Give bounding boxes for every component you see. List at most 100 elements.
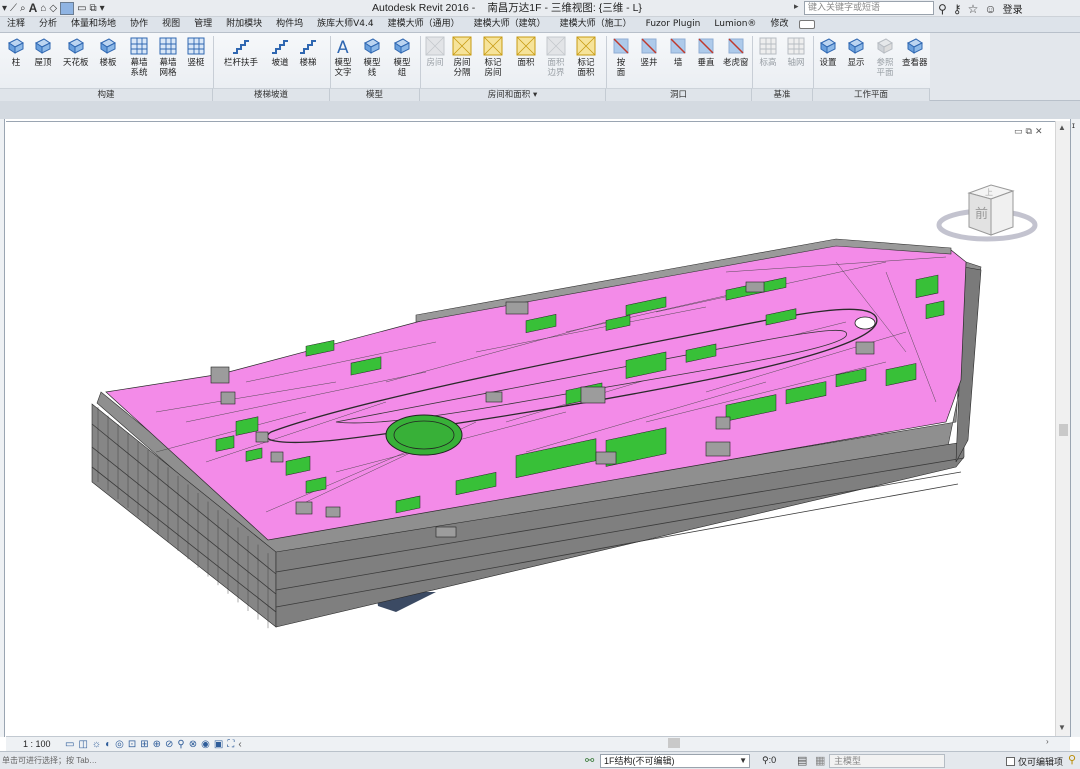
building-model[interactable] xyxy=(6,122,1055,737)
ribbon-group-label[interactable]: 模型 xyxy=(330,88,420,101)
tag-area-button[interactable]: 标记 面积 xyxy=(576,36,596,90)
tag-room-button[interactable]: 标记 房间 xyxy=(483,36,503,90)
worksharing-icon[interactable]: ⊗ xyxy=(189,739,197,750)
3d-view-canvas[interactable] xyxy=(6,121,1055,736)
switch-windows-icon[interactable]: ⧉ xyxy=(90,0,97,17)
shadows-icon[interactable]: ◐ xyxy=(105,739,111,750)
filter-icon[interactable]: ⚲ xyxy=(1068,753,1076,766)
user-icon[interactable]: ☺ xyxy=(984,2,996,16)
tab-6[interactable]: 附加模块 xyxy=(219,17,269,32)
ceiling-button[interactable]: 天花板 xyxy=(63,36,89,90)
column-button[interactable]: 柱 xyxy=(6,36,26,90)
curtain-grid-button[interactable]: 幕墙 网格 xyxy=(158,36,178,90)
tab-4[interactable]: 视图 xyxy=(155,17,187,32)
sun-path-icon[interactable]: ☼ xyxy=(92,739,101,750)
grid-button[interactable]: 轴网 xyxy=(786,36,806,90)
close-hidden-icon[interactable]: ▭ xyxy=(77,0,86,17)
ramp-button[interactable]: 坡道 xyxy=(270,36,290,90)
view-scale[interactable]: 1 : 100 xyxy=(23,739,65,749)
level-button[interactable]: 标高 xyxy=(758,36,778,90)
ribbon-minimize-icon[interactable] xyxy=(799,20,816,29)
subscription-icon[interactable]: ⚷ xyxy=(953,2,962,16)
render-icon[interactable]: ◎ xyxy=(115,739,124,750)
temp-hide-icon[interactable]: ⊘ xyxy=(165,739,173,750)
tab-5[interactable]: 管理 xyxy=(187,17,219,32)
tab-11[interactable]: 建模大师（施工） xyxy=(553,17,639,32)
3d-view-icon[interactable]: ⌂ xyxy=(40,0,46,17)
ribbon-group-label[interactable]: 构建 xyxy=(0,88,213,101)
workset-select[interactable]: 1F结构(不可编辑) ▼ xyxy=(600,754,750,768)
shaft-button[interactable]: 竖井 xyxy=(639,36,659,90)
tab-3[interactable]: 协作 xyxy=(123,17,155,32)
scroll-left-icon[interactable]: ‹ xyxy=(238,739,241,750)
thin-lines-icon[interactable] xyxy=(60,2,75,15)
model-line-button[interactable]: 模型线 xyxy=(362,36,382,90)
ribbon-group-label[interactable]: 楼梯坡道 xyxy=(213,88,330,101)
tab-13[interactable]: Lumion® xyxy=(707,17,763,32)
scroll-right-icon[interactable]: › xyxy=(1046,737,1049,746)
ref-plane-button[interactable]: 参照 平面 xyxy=(875,36,895,90)
tab-10[interactable]: 建模大师（建筑） xyxy=(467,17,553,32)
railing-button[interactable]: 栏杆扶手 xyxy=(224,36,258,90)
show-workplane-button[interactable]: 显示 xyxy=(846,36,866,90)
customize-qat-icon[interactable]: ▾ xyxy=(100,0,105,17)
stair-button[interactable]: 楼梯 xyxy=(298,36,318,90)
section-icon[interactable]: ◇ xyxy=(49,0,57,17)
visual-style-icon[interactable]: ◫ xyxy=(78,739,87,750)
properties-edge[interactable]: ɪ xyxy=(1070,119,1080,737)
text-icon[interactable]: A xyxy=(29,0,38,17)
vertical-opening-button[interactable]: 垂直 xyxy=(696,36,716,90)
wall-opening-button[interactable]: 墙 xyxy=(668,36,688,90)
tab-7[interactable]: 构件坞 xyxy=(269,17,310,32)
search-input[interactable]: 键入关键字或短语 xyxy=(804,1,934,15)
dormer-button[interactable]: 老虎窗 xyxy=(723,36,749,90)
curtain-system-button[interactable]: 幕墙 系统 xyxy=(129,36,149,90)
area-boundary-button[interactable]: 面积 边界 xyxy=(546,36,566,90)
scroll-down-icon[interactable]: ▼ xyxy=(1058,723,1066,732)
ribbon-group-label[interactable]: 基准 xyxy=(752,88,813,101)
set-workplane-button[interactable]: 设置 xyxy=(818,36,838,90)
mullion-button[interactable]: 竖梃 xyxy=(186,36,206,90)
roof-button[interactable]: 屋顶 xyxy=(33,36,53,90)
viewcube-right[interactable] xyxy=(990,190,1014,236)
tab-0[interactable]: 注释 xyxy=(0,17,32,32)
align-icon[interactable]: ⌕ xyxy=(20,0,26,17)
tab-9[interactable]: 建模大师（通用） xyxy=(381,17,467,32)
workset-icon[interactable]: ⚯ xyxy=(585,754,594,767)
tab-14[interactable]: 修改 xyxy=(763,17,795,32)
chevron-down-icon[interactable]: ▼ xyxy=(739,755,747,767)
detail-level-icon[interactable]: ▭ xyxy=(65,739,74,750)
crop-view-icon[interactable]: ⊡ xyxy=(128,739,136,750)
model-group-button[interactable]: 模型组 xyxy=(392,36,412,90)
project-browser-edge[interactable] xyxy=(0,119,5,737)
tab-8[interactable]: 族库大师V4.4 xyxy=(310,17,380,32)
vertical-scrollbar[interactable]: ▲ ▼ xyxy=(1055,121,1070,736)
floor-button[interactable]: 楼板 xyxy=(98,36,118,90)
qat-dropdown-icon[interactable]: ▾ xyxy=(2,0,7,17)
measure-icon[interactable]: ⟋ xyxy=(10,0,17,17)
vertical-scroll-thumb[interactable] xyxy=(1059,424,1068,436)
tab-12[interactable]: Fuzor Plugin xyxy=(639,17,708,32)
analytical-icon[interactable]: ◉ xyxy=(201,739,210,750)
viewer-button[interactable]: 查看器 xyxy=(902,36,928,90)
tab-1[interactable]: 分析 xyxy=(32,17,64,32)
lock-view-icon[interactable]: ⊕ xyxy=(153,739,161,750)
horizontal-scroll-thumb[interactable] xyxy=(668,738,680,748)
design-options-icon[interactable]: ▤ xyxy=(797,754,807,767)
tab-2[interactable]: 体量和场地 xyxy=(64,17,123,32)
design-option-set-icon[interactable]: ▦ xyxy=(815,754,825,767)
design-option-select[interactable]: 主模型 xyxy=(829,754,945,768)
search-expand-icon[interactable]: ▸ xyxy=(794,1,799,12)
close-icon[interactable]: ✕ xyxy=(1035,126,1043,137)
binoculars-icon[interactable]: ⚲ xyxy=(938,2,947,16)
viewcube[interactable]: 前 上 xyxy=(935,177,1040,262)
area-button[interactable]: 面积 xyxy=(516,36,536,90)
star-icon[interactable]: ☆ xyxy=(968,2,979,16)
highlight-icon[interactable]: ▣ xyxy=(214,739,223,750)
ribbon-group-label[interactable]: 洞口 xyxy=(606,88,752,101)
constraints-icon[interactable]: ⛶ xyxy=(227,739,234,750)
room-button[interactable]: 房间 xyxy=(425,36,445,90)
by-face-button[interactable]: 按面 xyxy=(611,36,631,90)
scroll-up-icon[interactable]: ▲ xyxy=(1058,123,1066,132)
minimize-icon[interactable]: ▭ xyxy=(1014,126,1023,137)
